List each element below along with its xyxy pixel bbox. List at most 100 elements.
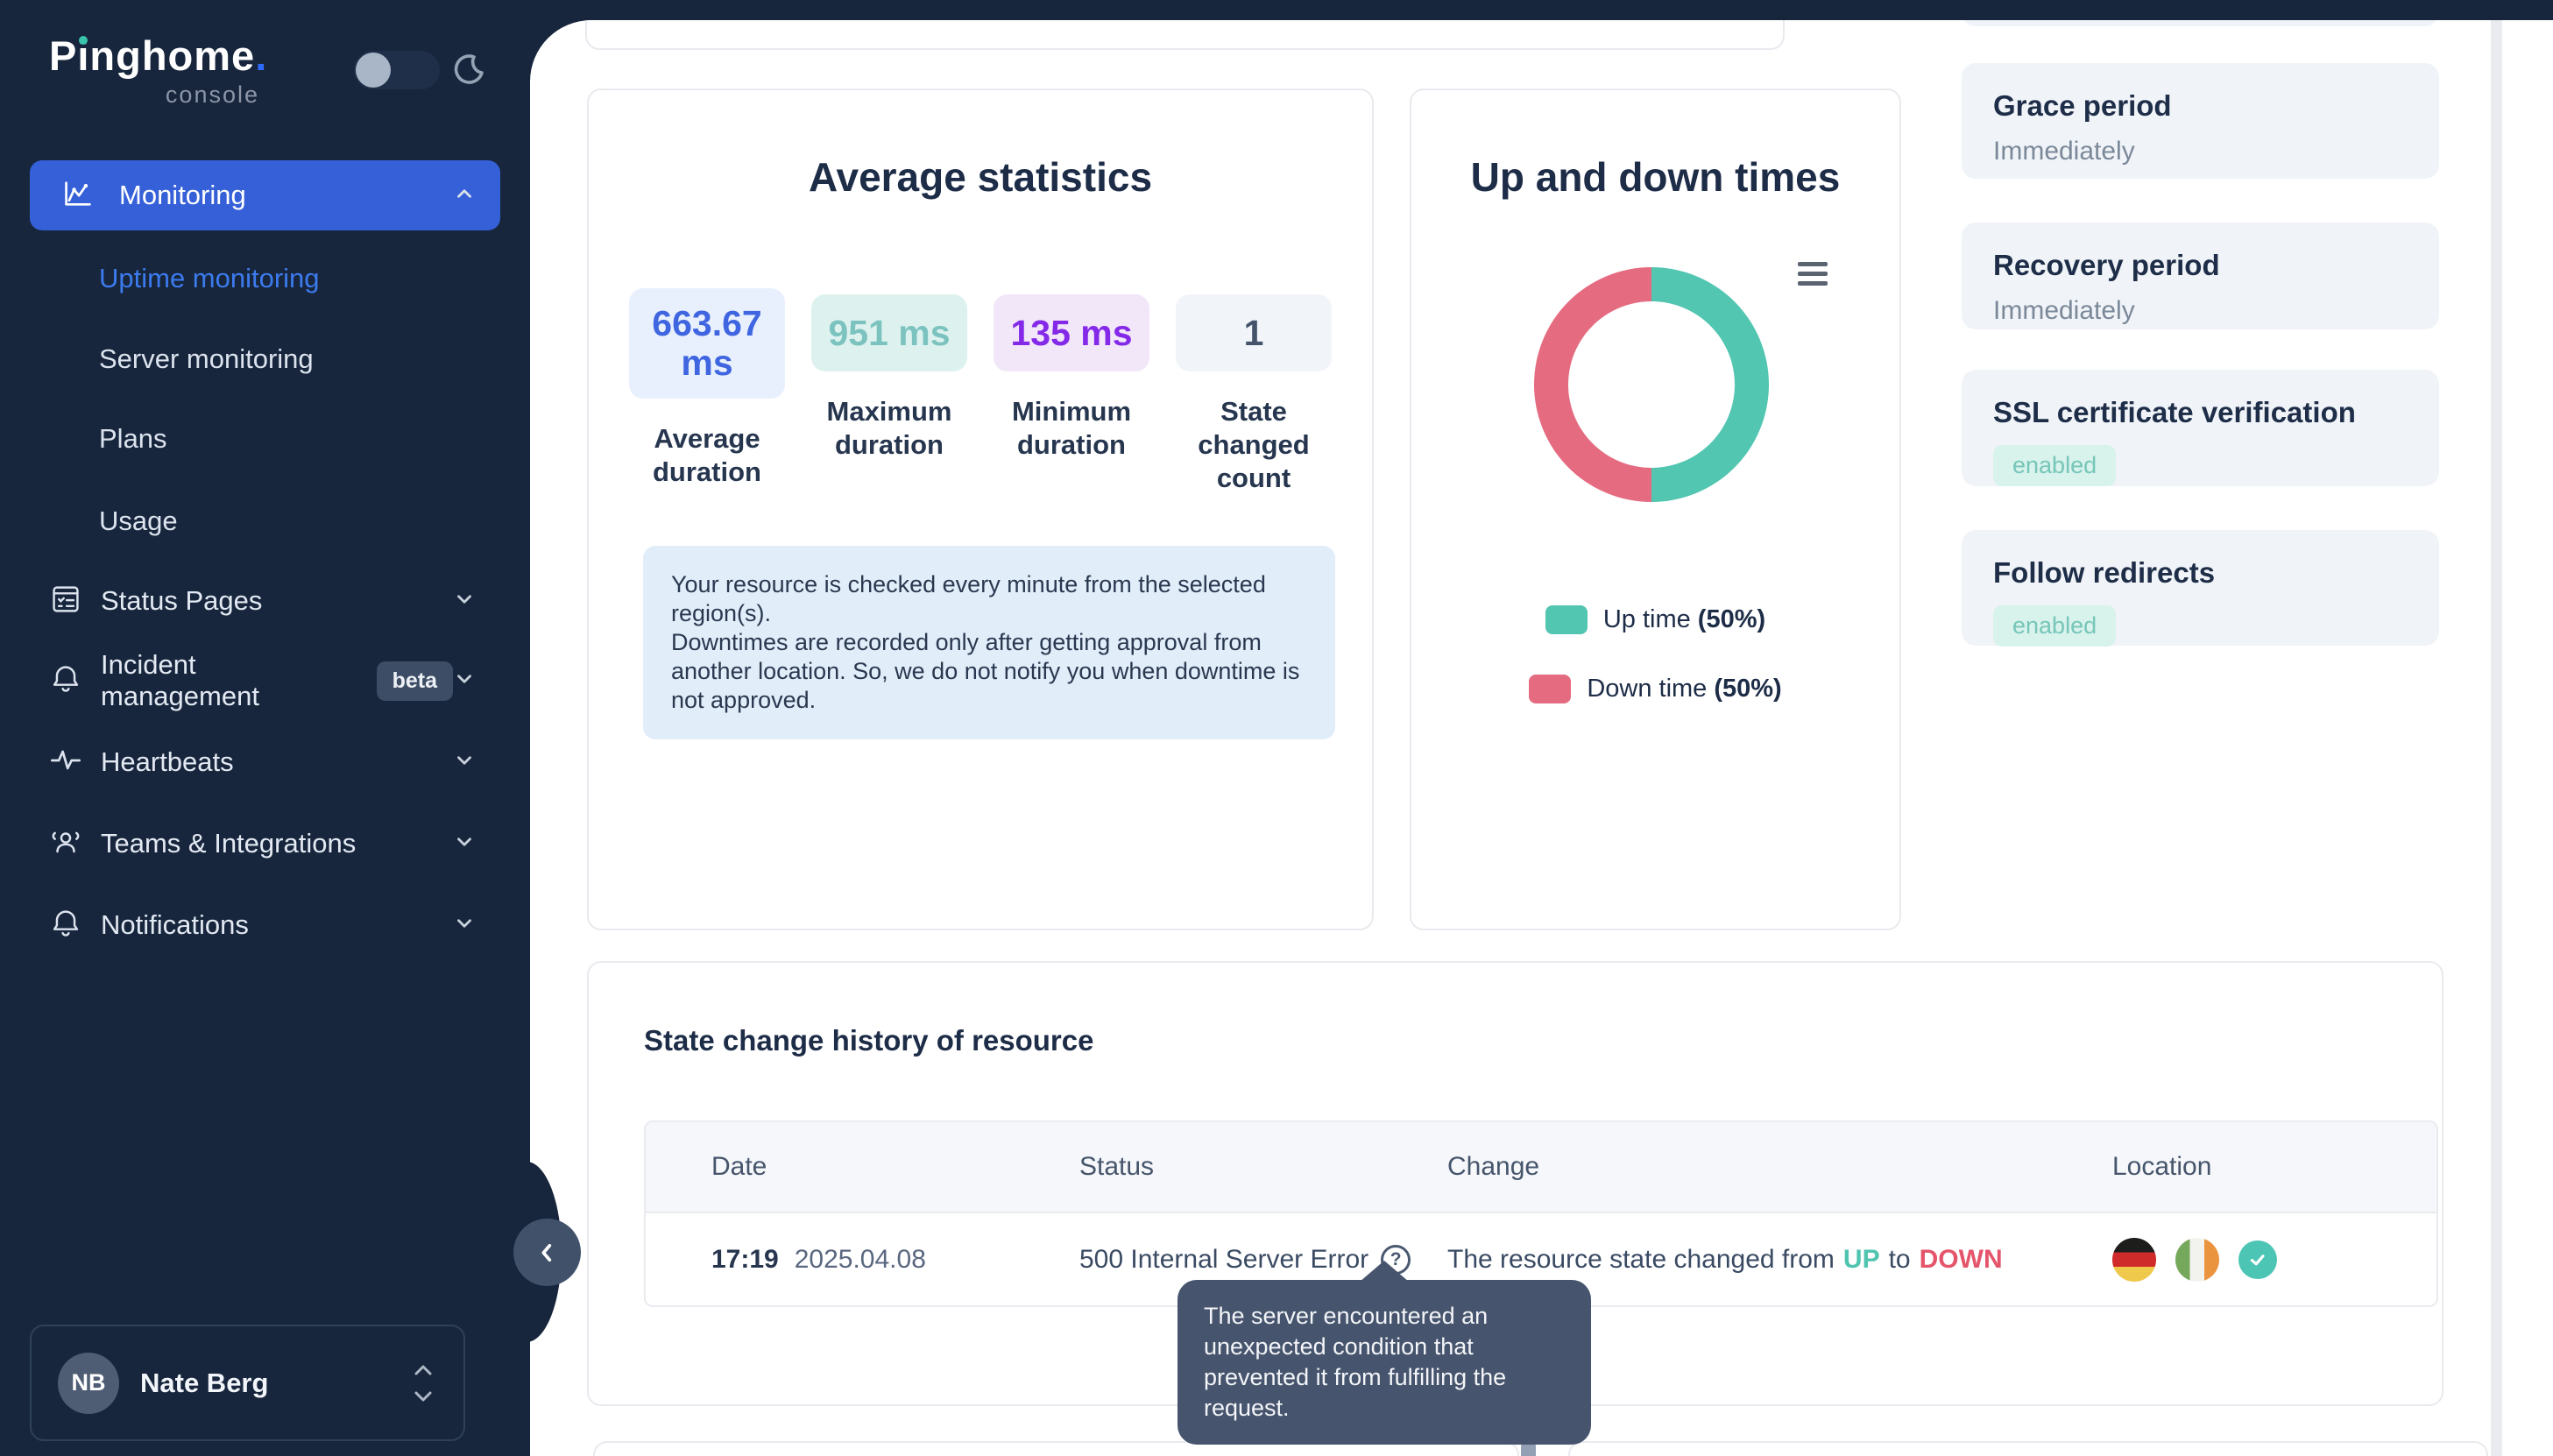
check-circle-icon (2238, 1240, 2277, 1279)
tooltip-arrow (1360, 1261, 1409, 1282)
sidebar-item-usage[interactable]: Usage (99, 502, 484, 541)
logo-period: . (255, 32, 267, 79)
chevron-down-icon (453, 912, 476, 939)
user-menu-chevrons (413, 1363, 434, 1403)
stat-label: Average duration (629, 422, 785, 489)
logo-subtitle: console (49, 81, 259, 109)
chart-legend: Up time(50%) Down time(50%) (1411, 605, 1899, 703)
up-down-times-title: Up and down times (1411, 153, 1899, 201)
state-up-label: UP (1843, 1245, 1880, 1275)
legend-label: Down time (1587, 675, 1707, 703)
sidebar-item-teams-integrations[interactable]: Teams & Integrations (30, 805, 500, 882)
partial-settings-card (1962, 20, 2439, 26)
monitoring-chart-icon (61, 177, 95, 215)
stats-row: 663.67 ms Average duration 951 ms Maximu… (589, 288, 1372, 495)
stat-value: 1 (1176, 294, 1332, 371)
stat-value: 135 ms (994, 294, 1149, 371)
stat-label: State changed count (1176, 395, 1332, 495)
enabled-badge: enabled (1993, 445, 2116, 486)
partial-card-below-right (1568, 1441, 2488, 1456)
sidebar-item-server-monitoring[interactable]: Server monitoring (99, 340, 484, 378)
legend-percent: (50%) (1714, 675, 1781, 703)
enabled-badge: enabled (1993, 605, 2116, 647)
chart-menu-icon[interactable] (1798, 262, 1828, 291)
user-name: Nate Berg (140, 1368, 413, 1399)
main-content: Average statistics 663.67 ms Average dur… (530, 20, 2553, 1456)
column-header-date: Date (711, 1122, 767, 1212)
status-tooltip: The server encountered an unexpected con… (1177, 1280, 1591, 1445)
average-statistics-card: Average statistics 663.67 ms Average dur… (587, 88, 1374, 930)
vertical-scrollbar[interactable] (2491, 20, 2502, 1456)
sidebar-item-notifications[interactable]: Notifications (30, 887, 500, 964)
state-change-history-title: State change history of resource (644, 1024, 1093, 1057)
dark-mode-moon-icon[interactable] (447, 49, 489, 91)
up-down-times-card: Up and down times Up time(50%) Down time… (1410, 88, 1901, 930)
beta-badge: beta (377, 661, 453, 701)
sidebar-item-status-pages[interactable]: Status Pages (30, 562, 500, 640)
column-header-location: Location (2112, 1122, 2211, 1212)
row-time: 17:19 (711, 1245, 779, 1275)
sidebar-item-label: Notifications (101, 909, 249, 941)
up-time-swatch (1545, 605, 1588, 634)
theme-toggle-knob[interactable] (356, 53, 391, 88)
change-text: The resource state changed from (1447, 1245, 1835, 1275)
heartbeat-icon (49, 744, 82, 781)
stat-maximum-duration: 951 ms Maximum duration (811, 288, 967, 462)
column-header-change: Change (1447, 1122, 1539, 1212)
chevron-down-icon (453, 588, 476, 615)
teams-icon (49, 825, 82, 863)
logo-text: Pinghome. (49, 32, 259, 80)
ssl-verification-card: SSL certificate verification enabled (1962, 370, 2439, 486)
check-info-note: Your resource is checked every minute fr… (643, 546, 1335, 739)
follow-redirects-card: Follow redirects enabled (1962, 530, 2439, 646)
legend-item-up-time: Up time(50%) (1545, 605, 1765, 634)
row-date: 2025.04.08 (795, 1245, 926, 1275)
recovery-period-card: Recovery period Immediately (1962, 223, 2439, 329)
grace-period-card: Grace period Immediately (1962, 63, 2439, 179)
logo: Pinghome. console (49, 32, 259, 109)
stat-minimum-duration: 135 ms Minimum duration (994, 288, 1149, 462)
info-line: Downtimes are recorded only after gettin… (671, 628, 1307, 715)
sidebar-item-monitoring[interactable]: Monitoring (30, 160, 500, 230)
theme-toggle[interactable] (354, 51, 440, 89)
sidebar-item-label: Monitoring (119, 180, 453, 211)
stat-label: Minimum duration (994, 395, 1149, 462)
row-status: 500 Internal Server Error (1079, 1245, 1368, 1275)
updown-donut (1534, 267, 1769, 502)
sidebar-item-label: Incident management (101, 649, 361, 712)
user-menu[interactable]: NB Nate Berg (30, 1325, 465, 1441)
sidebar-item-plans[interactable]: Plans (99, 420, 484, 458)
sidebar-item-heartbeats[interactable]: Heartbeats (30, 724, 500, 801)
partial-card-above (585, 20, 1785, 50)
setting-title: Follow redirects (1993, 556, 2408, 590)
stat-value: 951 ms (811, 294, 967, 371)
legend-percent: (50%) (1698, 605, 1765, 633)
sidebar-item-label: Status Pages (101, 585, 262, 617)
chevron-down-icon (453, 830, 476, 858)
setting-value: Immediately (1993, 137, 2408, 166)
pinghome-console-page: Pinghome. console Monitoring Uptime moni… (0, 0, 2553, 1456)
chevron-down-icon (413, 1390, 434, 1403)
logo-i-dot (79, 36, 88, 45)
sidebar-item-label: Heartbeats (101, 746, 234, 778)
sidebar-item-incident-management[interactable]: Incident management beta (30, 642, 500, 719)
info-line: Your resource is checked every minute fr… (671, 570, 1307, 628)
chevron-left-icon (535, 1240, 560, 1265)
change-text: to (1889, 1245, 1911, 1275)
sidebar-collapse-button[interactable] (513, 1219, 581, 1286)
state-down-label: DOWN (1920, 1245, 2003, 1275)
stat-label: Maximum duration (811, 395, 967, 462)
chevron-up-icon (413, 1363, 434, 1376)
setting-title: Recovery period (1993, 249, 2408, 282)
stat-average-duration: 663.67 ms Average duration (629, 288, 785, 489)
chevron-up-icon (453, 182, 476, 209)
legend-label: Up time (1603, 605, 1691, 633)
sidebar-item-uptime-monitoring[interactable]: Uptime monitoring (99, 259, 484, 298)
setting-title: SSL certificate verification (1993, 396, 2408, 429)
down-time-swatch (1529, 675, 1571, 703)
chevron-down-icon (453, 749, 476, 776)
table-header: Date Status Change Location (646, 1122, 2436, 1213)
tooltip-text: The server encountered an unexpected con… (1204, 1303, 1506, 1421)
setting-value: Immediately (1993, 296, 2408, 326)
setting-title: Grace period (1993, 89, 2408, 123)
